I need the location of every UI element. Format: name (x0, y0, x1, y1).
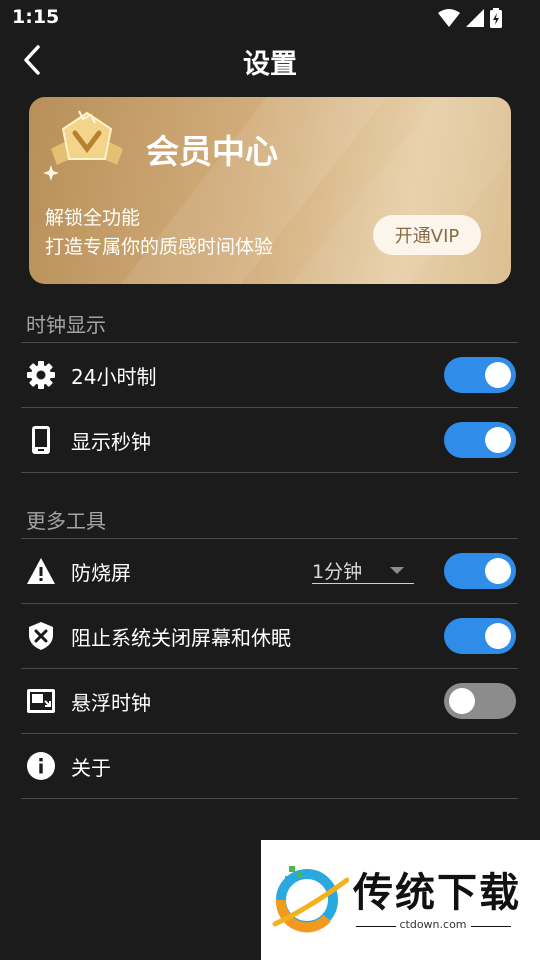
toggle-knob (485, 427, 511, 453)
setting-row-show-seconds[interactable]: 显示秒钟 (21, 408, 518, 472)
toggle-keep-awake[interactable] (444, 618, 516, 654)
vip-description-line1: 解锁全功能 (45, 207, 141, 229)
setting-label-floating-clock: 悬浮时钟 (71, 691, 151, 715)
setting-label-keep-awake: 阻止系统关闭屏幕和休眠 (71, 626, 291, 650)
vip-card[interactable]: 会员中心 解锁全功能 打造专属你的质感时间体验 开通VIP (29, 97, 511, 284)
watermark-text: 传统下载 (353, 870, 521, 916)
setting-row-24-hour[interactable]: 24小时制 (21, 343, 518, 407)
toggle-knob (449, 688, 475, 714)
toggle-knob (485, 362, 511, 388)
open-vip-button[interactable]: 开通VIP (373, 215, 481, 255)
watermark-logo (272, 866, 349, 933)
interval-dropdown[interactable]: 1分钟 (312, 557, 414, 584)
vip-title: 会员中心 (146, 132, 278, 171)
setting-row-floating-clock[interactable]: 悬浮时钟 (21, 669, 518, 733)
gear-icon (26, 360, 56, 390)
toggle-knob (485, 623, 511, 649)
shield-x-icon (26, 621, 56, 651)
battery-icon (490, 8, 502, 28)
warning-icon (26, 556, 56, 586)
watermark-line (471, 926, 511, 927)
setting-row-keep-awake[interactable]: 阻止系统关闭屏幕和休眠 (21, 604, 518, 668)
toggle-show-seconds[interactable] (444, 422, 516, 458)
setting-row-burn-in-protection[interactable]: 防烧屏 1分钟 (21, 539, 518, 603)
wifi-icon (438, 9, 460, 27)
info-icon (26, 751, 56, 781)
section-title-more-tools: 更多工具 (26, 509, 106, 533)
divider (21, 472, 518, 473)
section-title-clock-display: 时钟显示 (26, 313, 106, 337)
phone-icon (26, 425, 56, 455)
setting-label-24-hour: 24小时制 (71, 365, 157, 389)
toggle-burn-in-protection[interactable] (444, 553, 516, 589)
picture-in-picture-icon (26, 686, 56, 716)
setting-label-show-seconds: 显示秒钟 (71, 430, 151, 454)
divider (21, 798, 518, 799)
page-title: 设置 (243, 49, 297, 80)
watermark: 传统下载 ctdown.com (261, 840, 540, 960)
toggle-floating-clock[interactable] (444, 683, 516, 719)
setting-label-burn-in-protection: 防烧屏 (71, 561, 131, 585)
vip-badge-icon (43, 110, 123, 181)
toggle-knob (485, 558, 511, 584)
signal-icon (466, 9, 484, 27)
status-time: 1:15 (12, 6, 60, 28)
watermark-url: ctdown.com (399, 918, 467, 931)
app-bar: 设置 (0, 36, 540, 86)
setting-row-about[interactable]: 关于 (21, 734, 518, 798)
dropdown-arrow-icon (390, 567, 404, 574)
vip-description-line2: 打造专属你的质感时间体验 (45, 236, 274, 258)
status-bar: 1:15 (0, 0, 540, 36)
setting-label-about: 关于 (71, 756, 111, 780)
interval-dropdown-value: 1分钟 (312, 561, 363, 583)
status-icons (438, 8, 502, 28)
toggle-24-hour[interactable] (444, 357, 516, 393)
